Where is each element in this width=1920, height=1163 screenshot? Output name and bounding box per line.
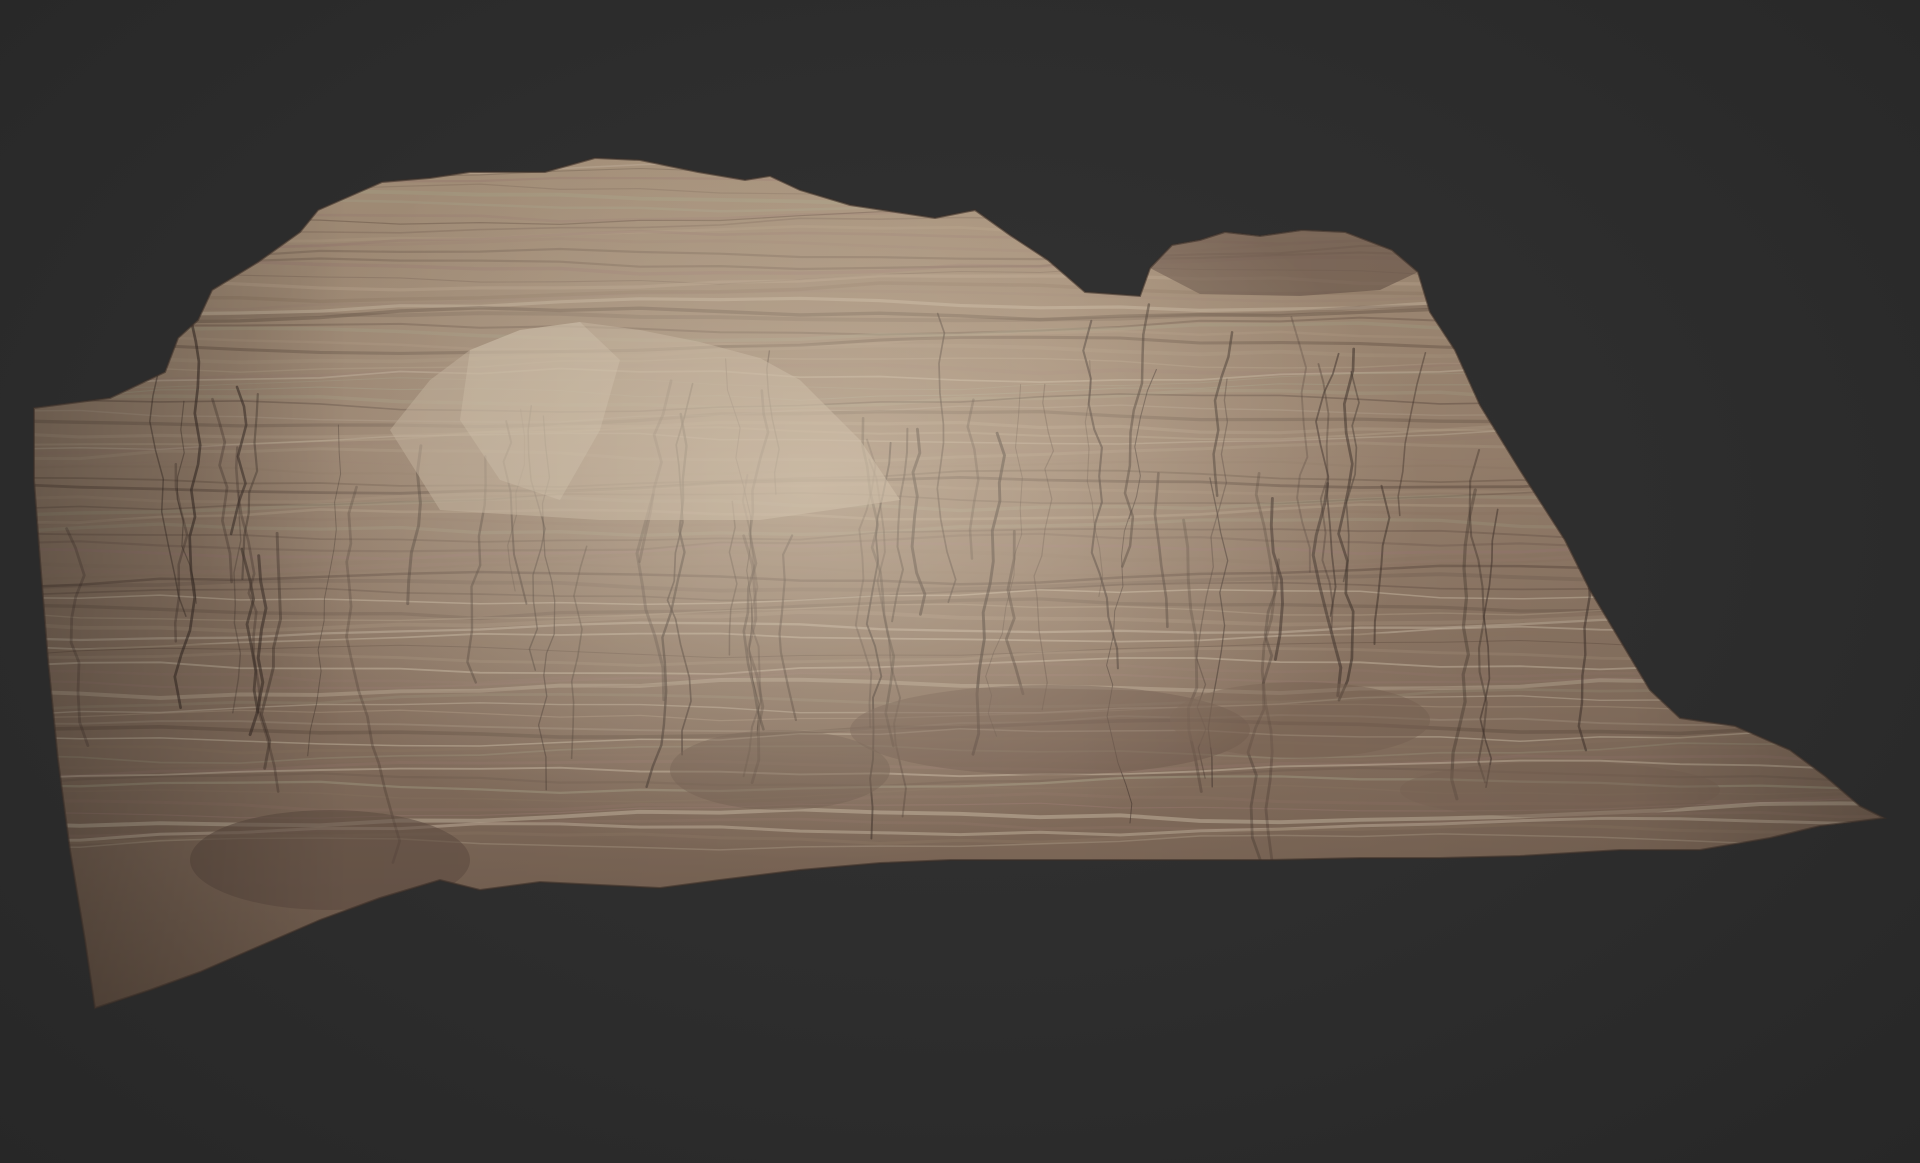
strata-line (34, 180, 1884, 201)
strata-line (34, 183, 1884, 207)
render-viewport[interactable] (0, 0, 1920, 1163)
terrain-details (34, 158, 1884, 1008)
strata-line (34, 158, 1884, 178)
strata-line (34, 192, 1884, 213)
strata-line (34, 170, 1884, 196)
terrain-mesh (33, 157, 1885, 1009)
strata-line (34, 161, 1884, 187)
